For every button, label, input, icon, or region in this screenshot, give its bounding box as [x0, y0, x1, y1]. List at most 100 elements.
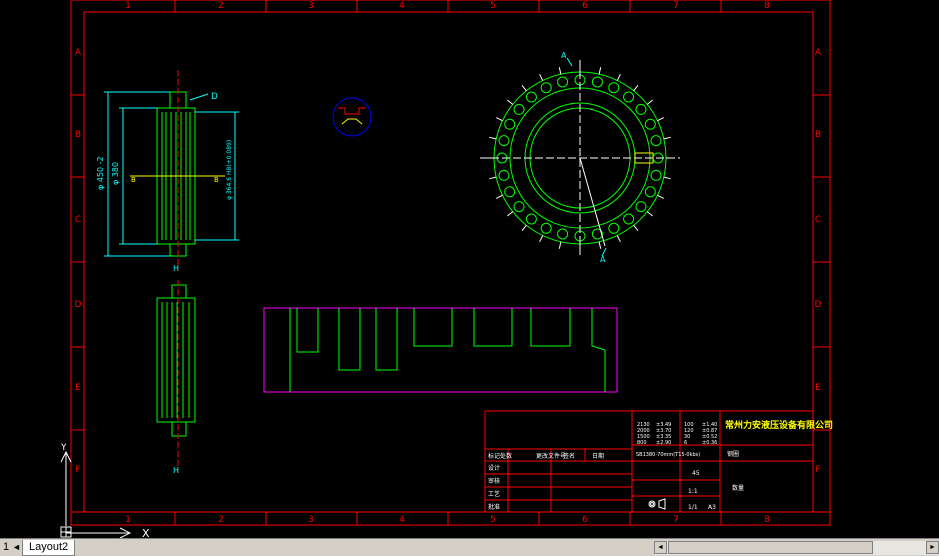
ring-tick	[657, 194, 665, 199]
mass-4: 800	[637, 440, 647, 446]
row-approve: 批准	[488, 503, 500, 511]
row-label-B-right: B	[815, 130, 821, 140]
horizontal-scrollbar[interactable]: ◄ ►	[654, 541, 939, 555]
ring-tick	[521, 224, 527, 232]
row-label-D-right: D	[815, 300, 822, 310]
cut-mark-top: A	[561, 51, 567, 60]
bolt-hole	[644, 118, 656, 130]
layout-tab-bar: 1 ◄ Layout2 ◄ ►	[0, 538, 939, 556]
part-name: 钢圈	[727, 450, 739, 458]
ring-front-view: A A	[480, 51, 680, 264]
projection-symbol-icon	[648, 498, 666, 510]
ring-tick	[495, 117, 503, 122]
bolt-hole	[525, 213, 537, 225]
scale: 1:1	[688, 488, 698, 495]
ring-tick	[506, 211, 514, 217]
bolt-hole	[504, 186, 516, 198]
ring-tick	[521, 84, 527, 92]
ring-tick	[489, 176, 497, 180]
ring-tick	[495, 194, 503, 199]
bolt-hole	[608, 82, 620, 94]
bolt-hole	[525, 91, 537, 103]
ring-tick	[539, 73, 544, 81]
row-design: 设计	[488, 464, 500, 472]
ring-tick	[663, 176, 671, 180]
row-label-C-right: C	[815, 215, 821, 225]
bolt-hole	[504, 118, 516, 130]
cad-drawing-canvas[interactable]: 1122334455667788 A AB BC CD DE EF F φ 450 -2 φ…	[0, 0, 939, 538]
bolt-hole	[644, 186, 656, 198]
column-label-2-top: 2	[218, 1, 224, 11]
row-review: 审核	[488, 477, 500, 485]
column-label-5-bottom: 5	[490, 515, 496, 525]
ring-tick	[663, 136, 671, 140]
column-label-5-top: 5	[490, 1, 496, 11]
inner-dia-label: φ 380	[111, 162, 120, 185]
cut-mark-bottom: A	[600, 255, 606, 264]
detail-circle	[332, 97, 372, 137]
drawing-frame	[70, 0, 831, 526]
column-label-8-bottom: 8	[764, 515, 770, 525]
bolt-hole	[498, 169, 510, 181]
view-label-h: H	[173, 264, 179, 273]
column-label-2-bottom: 2	[218, 515, 224, 525]
layout-tab-layout2[interactable]: Layout2	[22, 540, 76, 556]
tab-nav-prev-icon[interactable]: ◄	[12, 541, 21, 554]
company-name: 常州力安液压设备有限公司	[725, 419, 833, 431]
bolt-hole	[650, 135, 662, 147]
side-section-view-bottom: H	[156, 280, 196, 475]
scroll-right-icon[interactable]: ►	[926, 541, 939, 554]
header-count: 处数	[500, 452, 512, 460]
row-label-E-left: E	[75, 383, 81, 393]
header-mark: 标记	[488, 452, 500, 460]
bolt-hole	[498, 135, 510, 147]
sheet: 1/1	[688, 504, 698, 511]
tol2-4: ±0.36	[702, 440, 717, 446]
column-label-3-bottom: 3	[308, 515, 314, 525]
bolt-hole	[557, 228, 569, 240]
row-process: 工艺	[488, 490, 500, 498]
spec-text: SB1380-70mm(T15-0kbs)	[636, 452, 700, 458]
ring-tick	[539, 235, 544, 243]
column-label-7-top: 7	[673, 1, 679, 11]
title-block-text: 常州力安液压设备有限公司 SB1380-70mm(T15-0kbs) 钢圈 标记…	[488, 419, 833, 511]
scroll-left-icon[interactable]: ◄	[654, 541, 667, 554]
column-label-4-top: 4	[399, 1, 405, 11]
bolt-hole	[623, 213, 635, 225]
row-label-A-left: A	[75, 48, 82, 58]
bolt-hole	[540, 82, 552, 94]
ring-tick	[598, 67, 602, 75]
bolt-hole	[591, 76, 603, 88]
row-label-F-right: F	[815, 465, 820, 475]
row-label-F-left: F	[75, 465, 80, 475]
mass2-4: 6	[684, 440, 687, 446]
ring-tick	[646, 99, 654, 105]
scroll-thumb[interactable]	[668, 541, 873, 554]
tab-bar-spacer	[80, 541, 650, 554]
column-label-8-top: 8	[764, 1, 770, 11]
row-label-D-left: D	[75, 300, 82, 310]
view-label-h2: H	[173, 466, 179, 475]
paper-size: A3	[708, 504, 716, 511]
row-label-C-left: C	[75, 215, 81, 225]
ring-tick	[598, 241, 602, 249]
column-label-4-bottom: 4	[399, 515, 405, 525]
bolt-hole	[513, 201, 525, 213]
column-label-1-bottom: 1	[125, 515, 131, 525]
column-label-1-top: 1	[125, 1, 131, 11]
ring-tick	[633, 224, 639, 232]
ring-tick	[558, 241, 562, 249]
ring-tick	[489, 136, 497, 140]
bolt-hole	[540, 222, 552, 234]
bolt-hole	[623, 91, 635, 103]
ucs-x-label: X	[142, 527, 150, 538]
side-section-view-top: φ 450 -2 φ 380 φ 364.6 H8(+0.089) D B B …	[96, 70, 239, 273]
layout-tab-1[interactable]: 1	[0, 540, 13, 555]
header-change: 更改文件号	[536, 452, 566, 460]
column-label-6-bottom: 6	[582, 515, 588, 525]
column-label-6-top: 6	[582, 1, 588, 11]
material: 45	[692, 470, 700, 477]
developed-profile-view	[263, 307, 618, 393]
ring-tick	[633, 84, 639, 92]
section-mark-right: B	[214, 176, 219, 184]
